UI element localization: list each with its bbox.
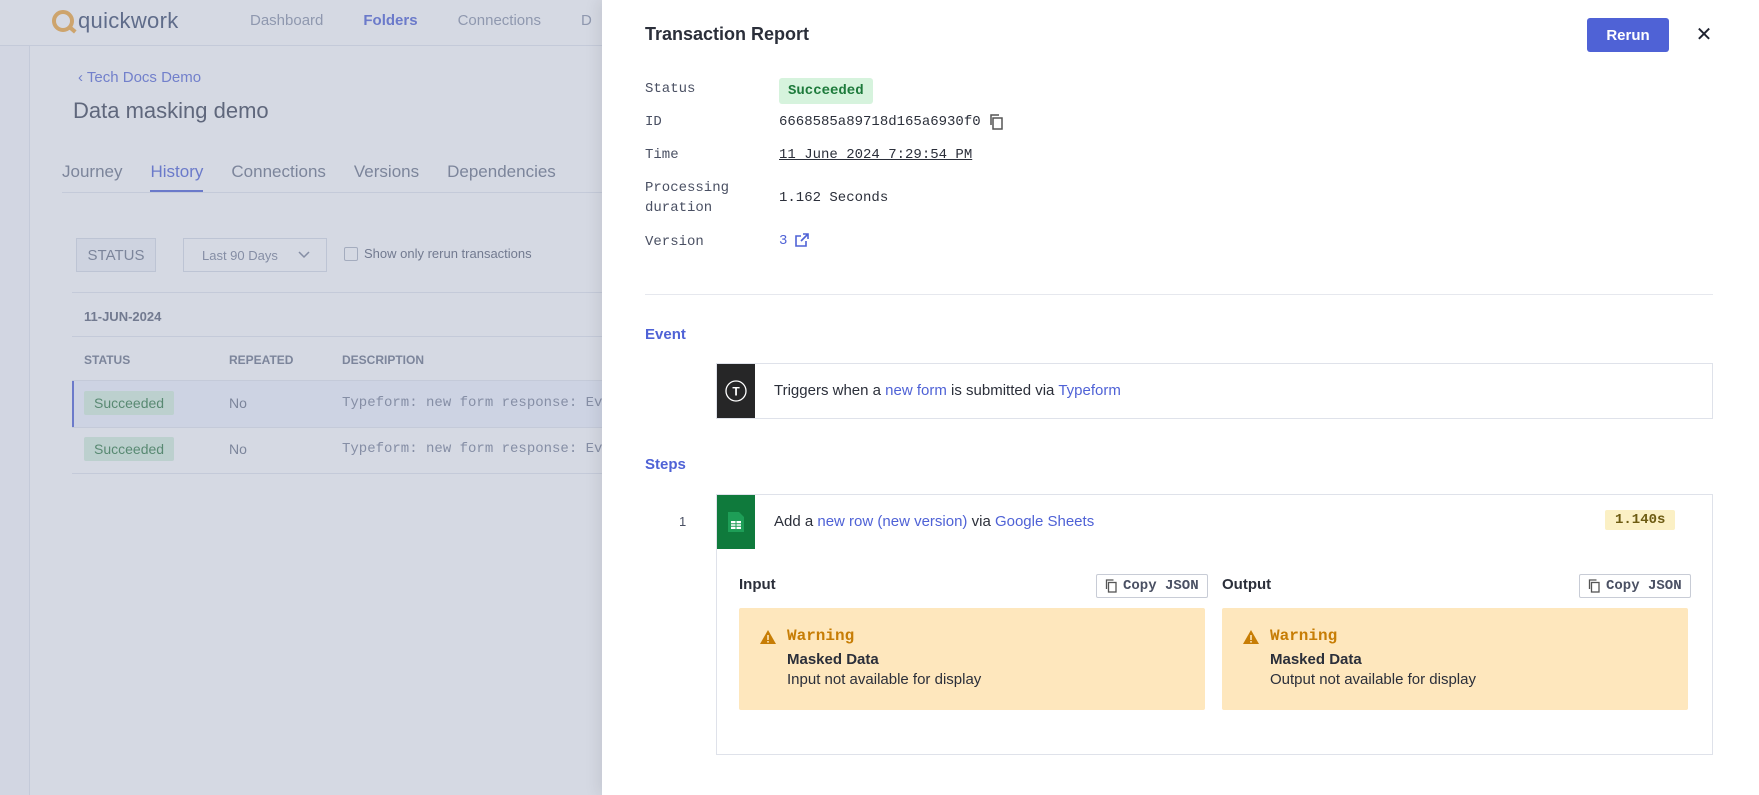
warning-icon (1243, 630, 1259, 644)
event-card[interactable]: T Triggers when a new form is submitted … (716, 363, 1713, 419)
step-number: 1 (679, 514, 687, 529)
copy-input-json-button[interactable]: Copy JSON (1096, 574, 1208, 598)
version-value: 3 (779, 231, 811, 251)
time-value: 11 June 2024 7:29:54 PM (779, 145, 972, 165)
duration-label-line2: duration (645, 200, 713, 216)
event-section-title: Event (645, 326, 686, 343)
output-warning: Warning Masked Data Output not available… (1222, 608, 1688, 710)
event-text: is submitted via (946, 382, 1059, 399)
close-icon[interactable]: ✕ (1692, 22, 1716, 46)
external-link-icon[interactable] (795, 233, 811, 249)
transaction-id: 6668585a89718d165a6930f0 (779, 114, 981, 130)
status-value: Succeeded (779, 78, 873, 104)
copy-icon (1588, 579, 1600, 593)
step-action-link[interactable]: new row (new version) (817, 513, 967, 530)
time-link[interactable]: 11 June 2024 7:29:54 PM (779, 145, 972, 165)
output-title: Output (1222, 576, 1272, 593)
version-link[interactable]: 3 (779, 231, 787, 251)
copy-json-label: Copy JSON (1606, 578, 1682, 594)
copy-icon (1105, 579, 1117, 593)
svg-text:T: T (732, 385, 740, 399)
step-app-link[interactable]: Google Sheets (995, 513, 1094, 530)
event-text: Triggers when a (774, 382, 886, 399)
status-badge: Succeeded (779, 78, 873, 104)
duration-label: Processing duration (645, 178, 729, 218)
warning-icon (760, 630, 776, 644)
version-label: Version (645, 234, 704, 250)
typeform-icon: T (717, 364, 755, 418)
rerun-button[interactable]: Rerun (1587, 18, 1669, 52)
duration-value: 1.162 Seconds (779, 190, 889, 206)
copy-icon[interactable] (989, 114, 1005, 130)
section-divider (645, 294, 1713, 295)
warning-message: Output not available for display (1270, 671, 1476, 688)
event-app-link[interactable]: Typeform (1058, 382, 1121, 399)
step-duration-badge: 1.140s (1605, 510, 1676, 530)
google-sheets-icon (717, 495, 755, 549)
warning-heading: Warning (1270, 627, 1338, 645)
warning-heading: Warning (787, 627, 855, 645)
warning-title: Masked Data (1270, 651, 1362, 668)
warning-message: Input not available for display (787, 671, 982, 688)
time-label: Time (645, 147, 679, 163)
step-description: Add a new row (new version) via Google S… (774, 513, 1094, 530)
step-text: Add a (774, 513, 818, 530)
transaction-report-panel: Transaction Report Rerun ✕ Status Succee… (602, 0, 1759, 795)
duration-label-line1: Processing (645, 180, 730, 196)
warning-title: Masked Data (787, 651, 879, 668)
input-warning: Warning Masked Data Input not available … (739, 608, 1205, 710)
id-label: ID (645, 114, 662, 130)
event-description: Triggers when a new form is submitted vi… (774, 382, 1121, 399)
status-label: Status (645, 81, 696, 97)
step-card[interactable]: Add a new row (new version) via Google S… (716, 494, 1713, 550)
input-title: Input (739, 576, 776, 593)
id-value: 6668585a89718d165a6930f0 (779, 112, 1005, 132)
step-text: via (967, 513, 995, 530)
panel-title: Transaction Report (645, 24, 810, 44)
event-trigger-link[interactable]: new form (885, 382, 947, 399)
steps-section-title: Steps (645, 456, 686, 473)
copy-output-json-button[interactable]: Copy JSON (1579, 574, 1691, 598)
copy-json-label: Copy JSON (1123, 578, 1199, 594)
